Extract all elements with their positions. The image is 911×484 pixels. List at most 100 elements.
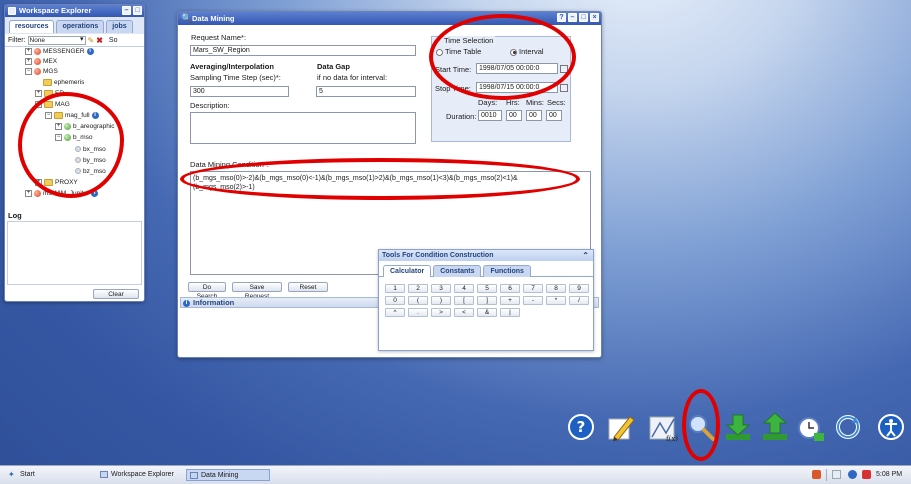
log-area[interactable] [7,221,142,285]
stop-time-input[interactable]: 1998/07/15 00:00:0 [476,82,558,93]
tree-node-bz-mso[interactable]: bz_mso [75,167,106,176]
clock-icon[interactable] [796,411,826,443]
key-4[interactable]: 4 [454,284,474,293]
duration-days-input[interactable]: 0010 [478,110,502,121]
info-icon[interactable]: i [91,189,99,197]
function-icon[interactable]: f(x)= [648,411,684,443]
key-close-paren[interactable]: ) [431,296,451,305]
interval-radio[interactable] [510,48,517,56]
delete-icon[interactable]: ✖ [96,36,103,45]
expand-icon[interactable]: + [25,57,32,65]
tree-node-b-mso[interactable]: − b_mso [55,133,93,142]
key-5[interactable]: 5 [477,284,497,293]
tab-operations[interactable]: operations [56,20,105,33]
key-plus[interactable]: + [500,296,520,305]
expand-icon[interactable]: + [35,89,42,97]
expand-icon[interactable]: + [35,178,42,186]
duration-mins-input[interactable]: 00 [526,110,542,121]
calendar-icon[interactable] [560,65,568,73]
tab-constants[interactable]: Constants [433,265,482,277]
tree-node-mswim-jupiter[interactable]: + mSWIM_Jupiter i [25,189,99,198]
collapse-icon[interactable]: − [55,133,62,141]
maximize-button[interactable]: □ [579,13,588,22]
tray-alert-icon[interactable] [812,470,821,479]
key-divide[interactable]: / [569,296,589,305]
tab-jobs[interactable]: jobs [106,20,133,33]
key-6[interactable]: 6 [500,284,520,293]
key-open-bracket[interactable]: [ [454,296,474,305]
time-table-option[interactable]: Time Table [436,47,481,56]
request-name-input[interactable]: Mars_SW_Region [190,45,416,56]
key-7[interactable]: 7 [523,284,543,293]
key-0[interactable]: 0 [385,296,405,305]
interval-option[interactable]: Interval [510,47,544,56]
taskbar-item-workspace-explorer[interactable]: Workspace Explorer [97,469,177,481]
save-request-button[interactable]: Save Request [232,282,282,300]
key-2[interactable]: 2 [408,284,428,293]
expand-icon[interactable]: + [25,47,32,55]
key-close-bracket[interactable]: ] [477,296,497,305]
key-greater[interactable]: > [431,308,451,317]
tree-node-ephemeris[interactable]: ephemeris [43,78,84,87]
key-open-paren[interactable]: ( [408,296,428,305]
search-icon[interactable] [686,411,716,443]
tab-functions[interactable]: Functions [483,265,531,277]
do-search-button[interactable]: Do Search [188,282,226,300]
tray-info-icon[interactable] [848,470,857,479]
tree-node-messenger[interactable]: + MESSENGER i [25,47,94,56]
key-8[interactable]: 8 [546,284,566,293]
key-3[interactable]: 3 [431,284,451,293]
tree-node-mag-full[interactable]: − mag_full i [45,111,99,120]
tree-node-by-mso[interactable]: by_mso [75,156,106,165]
reset-button[interactable]: Reset [288,282,328,292]
expand-icon[interactable]: + [55,122,62,130]
tree-node-mgs[interactable]: − MGS [25,67,58,76]
workspace-explorer-titlebar[interactable]: Workspace Explorer – □ [5,5,144,17]
collapse-icon[interactable]: − [45,111,52,119]
calendar-icon[interactable] [560,84,568,92]
key-power[interactable]: ^ [385,308,405,317]
tray-message-icon[interactable] [862,470,871,479]
tray-window-icon[interactable] [832,470,841,479]
start-button[interactable]: ✦ Start [6,469,56,481]
filter-select[interactable]: None [27,35,86,45]
key-multiply[interactable]: * [546,296,566,305]
tab-resources[interactable]: resources [9,20,55,33]
key-and[interactable]: & [477,308,497,317]
upload-icon[interactable] [760,411,790,443]
tree-node-proxy[interactable]: + PROXY [35,178,78,187]
info-icon[interactable]: i [91,111,99,119]
minimize-button[interactable]: – [122,6,131,15]
help-button[interactable]: ? [557,13,566,22]
help-icon[interactable]: ? [566,411,596,443]
edit-icon[interactable]: ✎ [88,36,95,45]
refresh-icon[interactable] [833,411,863,443]
collapse-icon[interactable]: − [35,100,42,108]
tree-node-b-areographic[interactable]: + b_areographic [55,122,115,131]
sampling-input[interactable]: 300 [190,86,289,97]
data-mining-titlebar[interactable]: 🔍 Data Mining ? – □ × [178,12,601,25]
time-table-radio[interactable] [436,48,443,56]
tree-node-er[interactable]: + ER [35,89,64,98]
close-button[interactable]: × [590,13,599,22]
clear-button[interactable]: Clear [93,289,139,299]
accessibility-icon[interactable] [876,411,906,443]
tree-node-mex[interactable]: + MEX [25,57,57,66]
taskbar-item-data-mining[interactable]: Data Mining [186,469,270,481]
collapse-icon[interactable]: − [25,67,32,75]
tree-node-bx-mso[interactable]: bx_mso [75,145,106,154]
key-9[interactable]: 9 [569,284,589,293]
tab-calculator[interactable]: Calculator [383,265,432,277]
download-icon[interactable] [723,411,753,443]
pencil-icon[interactable] [606,411,636,443]
key-or[interactable]: | [500,308,520,317]
sort-label[interactable]: So [109,37,118,44]
key-less[interactable]: < [454,308,474,317]
minimize-button[interactable]: – [568,13,577,22]
duration-secs-input[interactable]: 00 [546,110,562,121]
start-time-input[interactable]: 1998/07/05 00:00:0 [476,63,558,74]
data-gap-input[interactable]: 5 [316,86,416,97]
key-1[interactable]: 1 [385,284,405,293]
tree-node-mag[interactable]: − MAG [35,100,70,109]
info-icon[interactable]: i [86,47,94,55]
